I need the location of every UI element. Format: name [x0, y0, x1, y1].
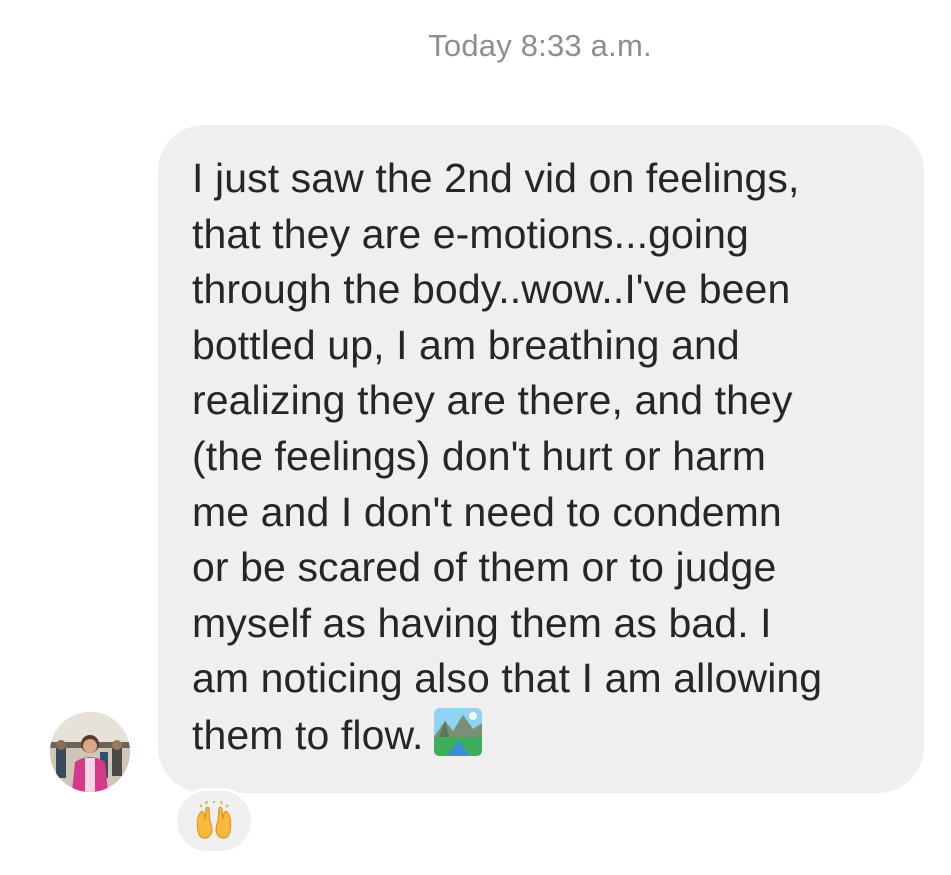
national-park-emoji-icon: [433, 707, 483, 757]
chat-screen: Today 8:33 a.m. I just saw the 2nd vid o…: [0, 0, 951, 875]
sender-avatar[interactable]: [50, 712, 130, 792]
message-bubble[interactable]: I just saw the 2nd vid on feelings, that…: [158, 125, 924, 793]
reaction-badge[interactable]: [174, 788, 254, 854]
message-text: I just saw the 2nd vid on feelings, that…: [192, 151, 904, 764]
message-timestamp: Today 8:33 a.m.: [428, 28, 652, 63]
message-body: I just saw the 2nd vid on feelings, that…: [192, 155, 823, 758]
raising-hands-emoji-icon: [196, 801, 232, 839]
avatar-photo-icon: [50, 712, 130, 792]
